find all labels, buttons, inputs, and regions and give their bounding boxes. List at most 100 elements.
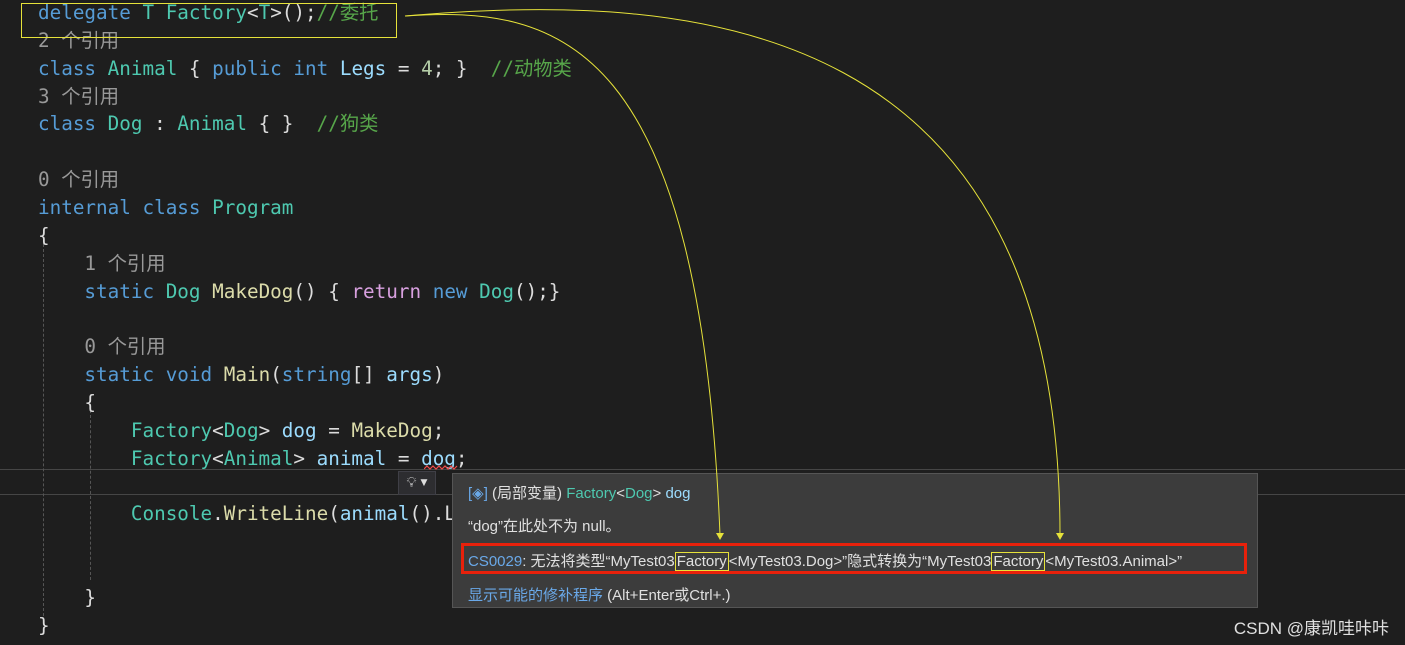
fix-shortcut: (Alt+Enter或Ctrl+.) <box>603 587 731 604</box>
code-token: internal <box>38 196 143 220</box>
code-token: int <box>293 56 340 80</box>
code-token: [] <box>351 363 387 387</box>
code-token: ; <box>432 418 445 442</box>
code-token: } <box>38 613 50 637</box>
code-line[interactable]: { <box>38 389 96 417</box>
code-token: { <box>38 391 97 415</box>
quick-actions-button[interactable]: 💡︎ ▼ <box>398 471 436 495</box>
code-token: animal <box>316 446 387 470</box>
annotation-factory-2: Factory <box>991 552 1046 571</box>
code-token: MakeDog <box>351 418 433 442</box>
code-token: dog <box>281 418 317 442</box>
annotation-box-delegate <box>21 3 397 38</box>
error-text: : 无法将类型“MyTest03 <box>522 553 675 570</box>
code-token: Animal <box>107 56 178 80</box>
show-fixes-link[interactable]: 显示可能的修补程序 <box>468 587 603 604</box>
angle-close: > <box>652 485 662 502</box>
code-token: Console <box>38 502 213 526</box>
code-token: ( <box>328 502 340 526</box>
code-line[interactable]: 0 个引用 <box>38 166 119 194</box>
code-token: = <box>386 446 422 470</box>
code-line[interactable]: class Dog : Animal { } //狗类 <box>38 110 378 138</box>
code-token: MakeDog <box>212 279 294 303</box>
error-text: <MyTest03.Animal>” <box>1045 553 1183 570</box>
code-token: = <box>316 418 352 442</box>
code-token: ().L <box>409 502 456 526</box>
code-token: string <box>281 363 352 387</box>
code-token: args <box>386 363 433 387</box>
code-token: . <box>212 502 224 526</box>
code-token: class <box>38 56 108 80</box>
code-token: //狗类 <box>316 112 379 136</box>
lightbulb-icon: 💡︎ <box>406 475 417 491</box>
code-token: { <box>177 56 213 80</box>
code-token: animal <box>339 502 410 526</box>
code-token: //动物类 <box>490 56 572 80</box>
code-token: Animal <box>177 112 247 136</box>
error-squiggle <box>424 465 458 470</box>
local-variable-icon: [◈] <box>468 485 488 502</box>
codelens-references[interactable]: 0 个引用 <box>38 335 165 358</box>
code-line[interactable]: 0 个引用 <box>38 333 165 361</box>
code-line[interactable]: { <box>38 222 50 250</box>
error-text: <MyTest03.Dog>”隐式转换为“MyTest03 <box>728 553 992 570</box>
code-token: Program <box>212 196 294 220</box>
code-token: Dog <box>223 418 259 442</box>
code-token: Animal <box>223 446 294 470</box>
code-token: Dog <box>107 112 143 136</box>
code-token: : <box>142 112 178 136</box>
code-token: return <box>351 279 433 303</box>
symbol-info: [◈] (局部变量) Factory<Dog> dog <box>468 482 691 503</box>
codelens-references[interactable]: 3 个引用 <box>38 85 119 108</box>
null-state-text: “dog”在此处不为 null。 <box>468 518 621 535</box>
code-line[interactable]: Factory<Animal> animal = dog; <box>38 445 468 473</box>
code-token: new <box>432 279 480 303</box>
code-line[interactable]: Factory<Dog> dog = MakeDog; <box>38 417 444 445</box>
code-token: < <box>212 446 224 470</box>
code-token: { <box>38 223 50 247</box>
code-token: Dog <box>165 279 213 303</box>
code-token: () { <box>293 279 352 303</box>
code-token: Factory <box>38 418 213 442</box>
code-token: void <box>165 363 224 387</box>
code-token: Dog <box>479 279 514 303</box>
code-token: > <box>293 446 317 470</box>
code-token: class <box>142 196 213 220</box>
code-token: > <box>258 418 282 442</box>
code-token: Legs <box>339 56 387 80</box>
code-line[interactable]: static void Main(string[] args) <box>38 361 444 389</box>
code-line[interactable]: 1 个引用 <box>38 250 165 278</box>
symbol-kind: (局部变量) <box>492 485 563 502</box>
quickinfo-tooltip: [◈] (局部变量) Factory<Dog> dog “dog”在此处不为 n… <box>452 473 1258 608</box>
code-line[interactable]: static Dog MakeDog() { return new Dog();… <box>38 278 560 306</box>
watermark: CSDN @康凯哇咔咔 <box>1233 619 1389 638</box>
code-line[interactable]: } <box>38 612 50 640</box>
codelens-references[interactable]: 0 个引用 <box>38 168 119 191</box>
code-token: static <box>38 363 166 387</box>
code-token: ) <box>432 363 445 387</box>
code-token: { } <box>246 112 317 136</box>
symbol-type-arg: Dog <box>625 485 653 502</box>
code-line[interactable]: 3 个引用 <box>38 83 119 111</box>
code-token: 4 <box>421 56 433 80</box>
code-token: = <box>386 56 422 80</box>
code-line[interactable]: class Animal { public int Legs = 4; } //… <box>38 55 572 83</box>
code-token: WriteLine <box>223 502 329 526</box>
code-line[interactable]: Console.WriteLine(animal().L <box>38 500 456 528</box>
codelens-references[interactable]: 1 个引用 <box>38 252 165 275</box>
symbol-name: dog <box>665 485 691 502</box>
angle-open: < <box>616 485 625 502</box>
chevron-down-icon: ▼ <box>420 478 428 488</box>
code-token: } <box>38 586 97 610</box>
code-token: Main <box>223 363 271 387</box>
code-line[interactable]: internal class Program <box>38 194 293 222</box>
code-line[interactable]: } <box>38 584 96 612</box>
error-code-link[interactable]: CS0029 <box>468 553 522 570</box>
code-token: < <box>212 418 224 442</box>
code-token: ( <box>270 363 282 387</box>
code-token: class <box>38 112 108 136</box>
fix-row: 显示可能的修补程序 (Alt+Enter或Ctrl+.) <box>468 584 731 605</box>
arrow-to-factory-2 <box>404 9 1061 536</box>
code-token: ();} <box>513 279 561 303</box>
code-token: public <box>212 56 294 80</box>
